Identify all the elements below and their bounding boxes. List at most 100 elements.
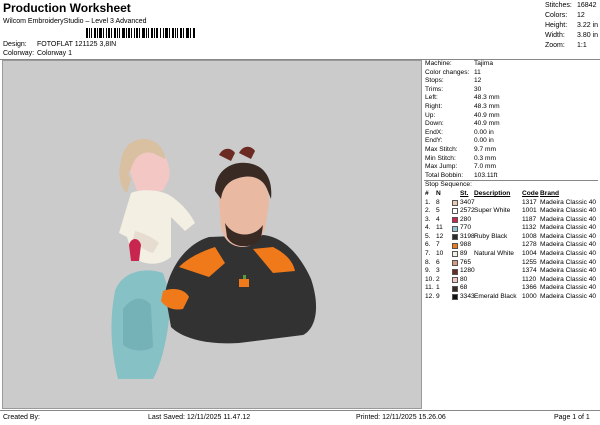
stop-num-cell: 6.: [425, 241, 431, 249]
stop-num-cell: 12.: [425, 293, 435, 301]
stop-sequence-row: 8. 6 765 1255 Madeira Classic 40: [424, 259, 598, 268]
stop-st-cell: 3343: [460, 293, 475, 301]
stop-n-cell: 6: [436, 258, 440, 266]
stop-sequence-row: 7. 10 89 Natural White 1004 Madeira Classic 4…: [424, 250, 598, 259]
info-total-bobbin: Total Bobbin: 103.11ft: [425, 171, 498, 179]
stop-code-cell: 1001: [522, 207, 537, 215]
stop-num-cell: 7.: [425, 250, 431, 258]
stop-st-cell: 80: [460, 275, 468, 283]
stop-brand-cell: Madeira Classic 40: [540, 293, 597, 301]
stop-st-cell: 765: [460, 258, 472, 266]
embroidery-design-image: [111, 139, 317, 379]
info-stops: Stops: 12: [425, 77, 482, 85]
stat-width: Width: 3.80 in: [545, 32, 599, 39]
stop-sequence-row: 1. 8 3407 1317 Madeira Classic 40: [424, 199, 598, 208]
footer: Created By: Last Saved: 12/11/2025 11.47…: [0, 410, 600, 425]
stop-num-cell: 10.: [425, 275, 435, 283]
stop-sequence-row: 4. 11 770 1132 Madeira Classic 40: [424, 224, 598, 233]
stop-code-cell: 1255: [522, 258, 537, 266]
thread-color-swatch: [452, 285, 458, 292]
stop-num-cell: 1.: [425, 198, 431, 206]
stop-sequence-row: 12. 9 3343 Emerald Black 1000 Madeira Classic…: [424, 293, 598, 302]
design-preview: [2, 60, 422, 409]
stat-stitches: Stitches: 16842: [545, 2, 597, 9]
stop-num-cell: 4.: [425, 224, 431, 232]
stop-st-cell: 68: [460, 284, 468, 292]
thread-color-swatch: [452, 268, 458, 275]
stop-desc-cell: Emerald Black: [474, 293, 517, 301]
stop-st-cell: 2572: [460, 207, 475, 215]
stop-code-cell: 1000: [522, 293, 537, 301]
thread-color-swatch: [452, 199, 458, 206]
stop-brand-cell: Madeira Classic 40: [540, 275, 597, 283]
info-color-changes: Color changes: 11: [425, 68, 481, 76]
stop-code-cell: 1317: [522, 198, 537, 206]
stop-sequence-row: 9. 3 1280 1374 Madeira Classic 40: [424, 267, 598, 276]
info-left: Left: 48.3 mm: [425, 94, 500, 102]
stop-desc-cell: Natural White: [474, 250, 514, 258]
stop-code-cell: 1008: [522, 232, 537, 240]
stop-brand-cell: Madeira Classic 40: [540, 284, 597, 292]
stop-st-cell: 89: [460, 250, 468, 258]
thread-color-swatch: [452, 277, 458, 284]
stop-n-cell: 12: [436, 232, 444, 240]
stop-num-cell: 2.: [425, 207, 431, 215]
stop-code-cell: 1366: [522, 284, 537, 292]
stop-sequence-row: 11. 1 68 1366 Madeira Classic 40: [424, 284, 598, 293]
stop-brand-cell: Madeira Classic 40: [540, 241, 597, 249]
info-right: Right: 48.3 mm: [425, 102, 500, 110]
design-row: Design: FOTOFLAT 121125 3,8IN: [3, 41, 116, 48]
stop-num-cell: 11.: [425, 284, 434, 292]
colorway-row: Colorway: Colorway 1: [3, 50, 72, 57]
info-machine: Machine: Tajima: [425, 60, 494, 67]
stop-code-cell: 1278: [522, 241, 537, 249]
info-endy: EndY: 0.00 in: [425, 137, 494, 145]
info-trims: Trims: 30: [425, 85, 482, 93]
info-up: Up: 40.9 mm: [425, 111, 500, 119]
stop-num-cell: 8.: [425, 258, 431, 266]
thread-color-swatch: [452, 294, 458, 301]
stop-brand-cell: Madeira Classic 40: [540, 250, 597, 258]
stop-st-cell: 988: [460, 241, 472, 249]
stop-code-cell: 1132: [522, 224, 537, 232]
design-label: Design:: [3, 41, 27, 48]
stop-brand-cell: Madeira Classic 40: [540, 224, 597, 232]
stop-n-cell: 2: [436, 275, 440, 283]
thread-color-swatch: [452, 225, 458, 232]
stop-code-cell: 1120: [522, 275, 537, 283]
stop-code-cell: 1374: [522, 267, 537, 275]
stop-n-cell: 1: [436, 284, 440, 292]
stop-desc-cell: Super White: [474, 207, 511, 215]
printed-date: Printed: 12/11/2025 15.26.06: [356, 414, 446, 421]
stop-n-cell: 8: [436, 198, 440, 206]
stop-code-cell: 1187: [522, 215, 537, 223]
stat-height: Height: 3.22 in: [545, 22, 599, 29]
stop-brand-cell: Madeira Classic 40: [540, 198, 597, 206]
page-title: Production Worksheet: [3, 1, 131, 15]
stop-sequence-list: 1. 8 3407 1317 Madeira Classic 40 2. 5 2572 Supe…: [424, 199, 598, 302]
stop-code-cell: 1004: [522, 250, 537, 258]
stop-brand-cell: Madeira Classic 40: [540, 207, 597, 215]
last-saved: Last Saved: 12/11/2025 11.47.12: [148, 414, 251, 421]
stop-brand-cell: Madeira Classic 40: [540, 215, 597, 223]
colorway-label: Colorway:: [3, 50, 35, 57]
stop-brand-cell: Madeira Classic 40: [540, 232, 597, 240]
stop-n-cell: 5: [436, 207, 440, 215]
stop-desc-cell: Ruby Black: [474, 232, 508, 240]
stop-st-cell: 1280: [460, 267, 475, 275]
stop-brand-cell: Madeira Classic 40: [540, 258, 597, 266]
stop-sequence-title: Stop Sequence:: [425, 181, 472, 189]
thread-color-swatch: [452, 259, 458, 266]
stop-brand-cell: Madeira Classic 40: [540, 267, 597, 275]
stop-num-cell: 3.: [425, 215, 431, 223]
stop-num-cell: 5.: [425, 232, 431, 240]
info-down: Down: 40.9 mm: [425, 120, 500, 128]
stop-sequence-row: 10. 2 80 1120 Madeira Classic 40: [424, 276, 598, 285]
page-number: Page 1 of 1: [554, 414, 590, 421]
stop-st-cell: 3198: [460, 232, 475, 240]
design-value: FOTOFLAT 121125 3,8IN: [37, 41, 117, 48]
stop-n-cell: 10: [436, 250, 444, 258]
stat-colors: Colors: 12: [545, 12, 585, 19]
info-endx: EndX: 0.00 in: [425, 128, 494, 136]
stop-sequence-row: 3. 4 280 1187 Madeira Classic 40: [424, 216, 598, 225]
